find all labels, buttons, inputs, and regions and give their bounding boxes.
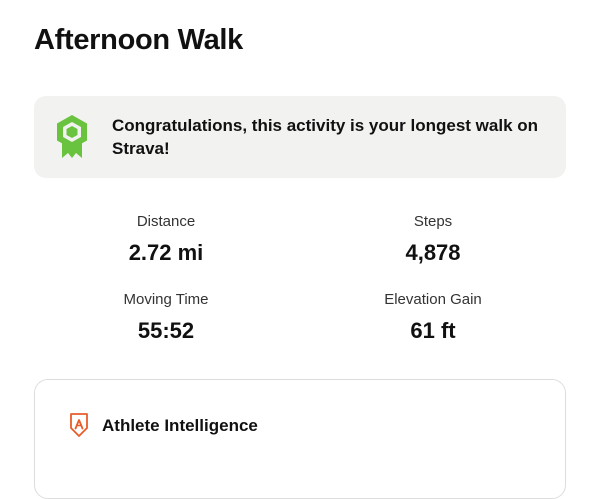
stat-value: 55:52 bbox=[137, 318, 195, 343]
stat-label: Distance bbox=[136, 213, 196, 230]
stat-value: 4,878 bbox=[405, 240, 461, 265]
stat-moving-time: Moving Time 55:52 bbox=[56, 291, 276, 345]
athlete-intelligence-icon bbox=[70, 413, 88, 437]
award-ribbon-icon bbox=[57, 115, 87, 158]
stat-elevation-gain: Elevation Gain 61 ft bbox=[323, 291, 543, 345]
athlete-intelligence-card[interactable]: Athlete Intelligence bbox=[34, 379, 566, 499]
achievement-message: Congratulations, this activity is your l… bbox=[112, 116, 539, 158]
stat-value: 2.72 mi bbox=[128, 240, 204, 265]
stat-value: 61 ft bbox=[410, 318, 456, 343]
stat-label: Steps bbox=[413, 213, 453, 230]
achievement-banner: Congratulations, this activity is your l… bbox=[34, 96, 566, 178]
athlete-intelligence-title: Athlete Intelligence bbox=[102, 416, 258, 435]
stat-distance: Distance 2.72 mi bbox=[56, 213, 276, 267]
stat-label: Moving Time bbox=[123, 291, 209, 308]
activity-title: Afternoon Walk bbox=[34, 24, 243, 56]
stat-steps: Steps 4,878 bbox=[323, 213, 543, 267]
stat-label: Elevation Gain bbox=[384, 291, 482, 308]
